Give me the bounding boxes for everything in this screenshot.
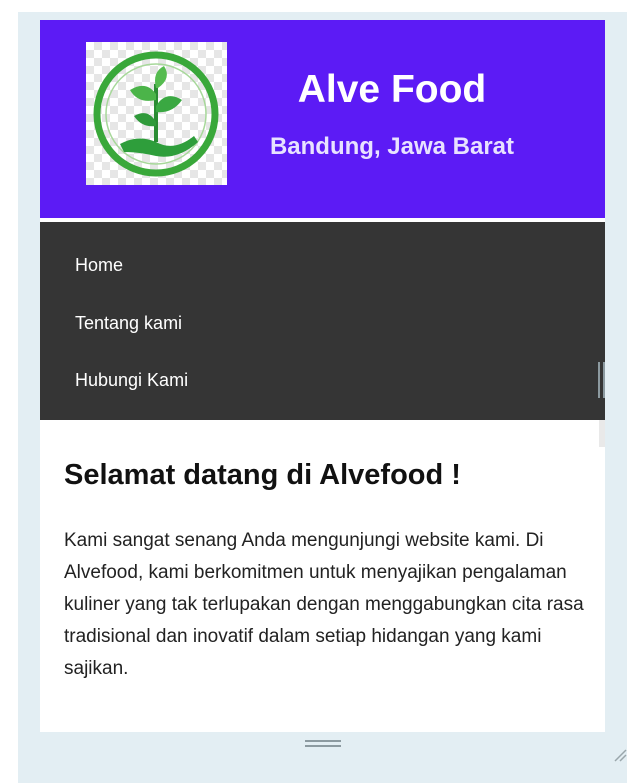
brand-location: Bandung, Jawa Barat [269,133,515,160]
nav-item-hubungi-kami[interactable]: Hubungi Kami [75,369,188,391]
horizontal-resize-grip-icon[interactable] [305,740,341,748]
site-header: Alve Food Bandung, Jawa Barat [40,20,605,218]
page-viewport[interactable]: Alve Food Bandung, Jawa Barat Home Tenta… [40,20,605,732]
corner-resize-icon[interactable] [611,746,627,762]
welcome-heading: Selamat datang di Alvefood ! [64,459,461,491]
vertical-resize-grip-icon[interactable] [598,362,608,398]
main-nav: Home Tentang kami Hubungi Kami [40,222,605,420]
plant-hand-logo-icon [86,42,227,185]
scrollbar-thumb[interactable] [599,420,605,447]
nav-item-home[interactable]: Home [75,254,123,276]
nav-item-tentang-kami[interactable]: Tentang kami [75,312,182,334]
preview-frame: Alve Food Bandung, Jawa Barat Home Tenta… [18,12,627,783]
brand-title: Alve Food [297,68,487,111]
welcome-paragraph: Kami sangat senang Anda mengunjungi webs… [64,530,584,679]
